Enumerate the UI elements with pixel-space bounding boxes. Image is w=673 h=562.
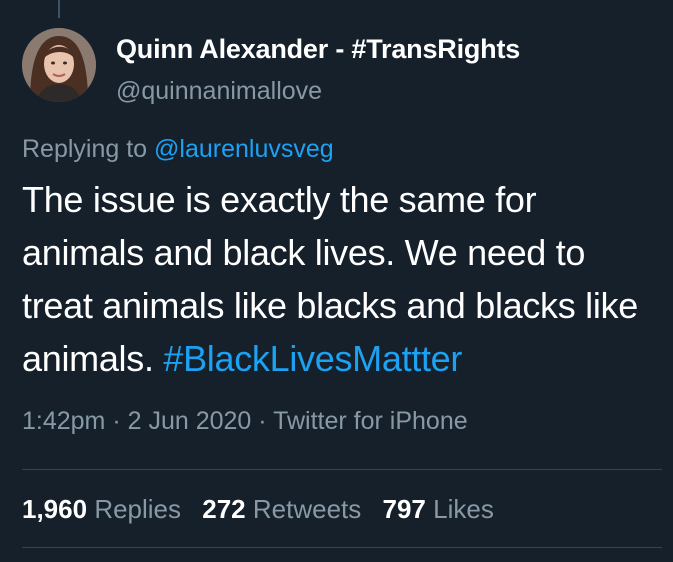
retweets-count: 272 (202, 494, 246, 524)
hashtag-link[interactable]: #BlackLivesMattter (163, 338, 462, 379)
user-handle[interactable]: @quinnanimallove (116, 77, 322, 106)
replies-stat[interactable]: 1,960 Replies (22, 494, 195, 524)
divider (22, 547, 662, 548)
replies-count: 1,960 (22, 494, 88, 524)
tweet-time[interactable]: 1:42pm (22, 407, 105, 435)
display-name[interactable]: Quinn Alexander - #TransRights (116, 34, 520, 65)
thread-connector-line (58, 0, 60, 18)
tweet-date[interactable]: 2 Jun 2020 (128, 407, 252, 435)
replying-to-label: Replying to (22, 135, 155, 163)
divider (22, 469, 662, 470)
avatar[interactable] (22, 28, 96, 102)
tweet-body: The issue is exactly the same for animal… (22, 173, 662, 385)
meta-separator: · (105, 407, 128, 435)
retweets-stat[interactable]: 272 Retweets (202, 494, 375, 524)
engagement-stats: 1,960 Replies 272 Retweets 797 Likes (22, 494, 508, 525)
tweet-source[interactable]: Twitter for iPhone (273, 407, 468, 435)
replying-to-mention-link[interactable]: @laurenluvsveg (154, 135, 334, 163)
retweets-label: Retweets (252, 494, 362, 524)
likes-count: 797 (382, 494, 426, 524)
meta-separator: · (251, 407, 274, 435)
likes-stat[interactable]: 797 Likes (383, 494, 508, 524)
profile-photo-icon (22, 28, 96, 102)
replies-label: Replies (94, 494, 182, 524)
tweet-metadata: 1:42pm · 2 Jun 2020 · Twitter for iPhone (22, 407, 468, 436)
replying-to-line: Replying to @laurenluvsveg (22, 135, 334, 164)
likes-label: Likes (433, 494, 494, 524)
